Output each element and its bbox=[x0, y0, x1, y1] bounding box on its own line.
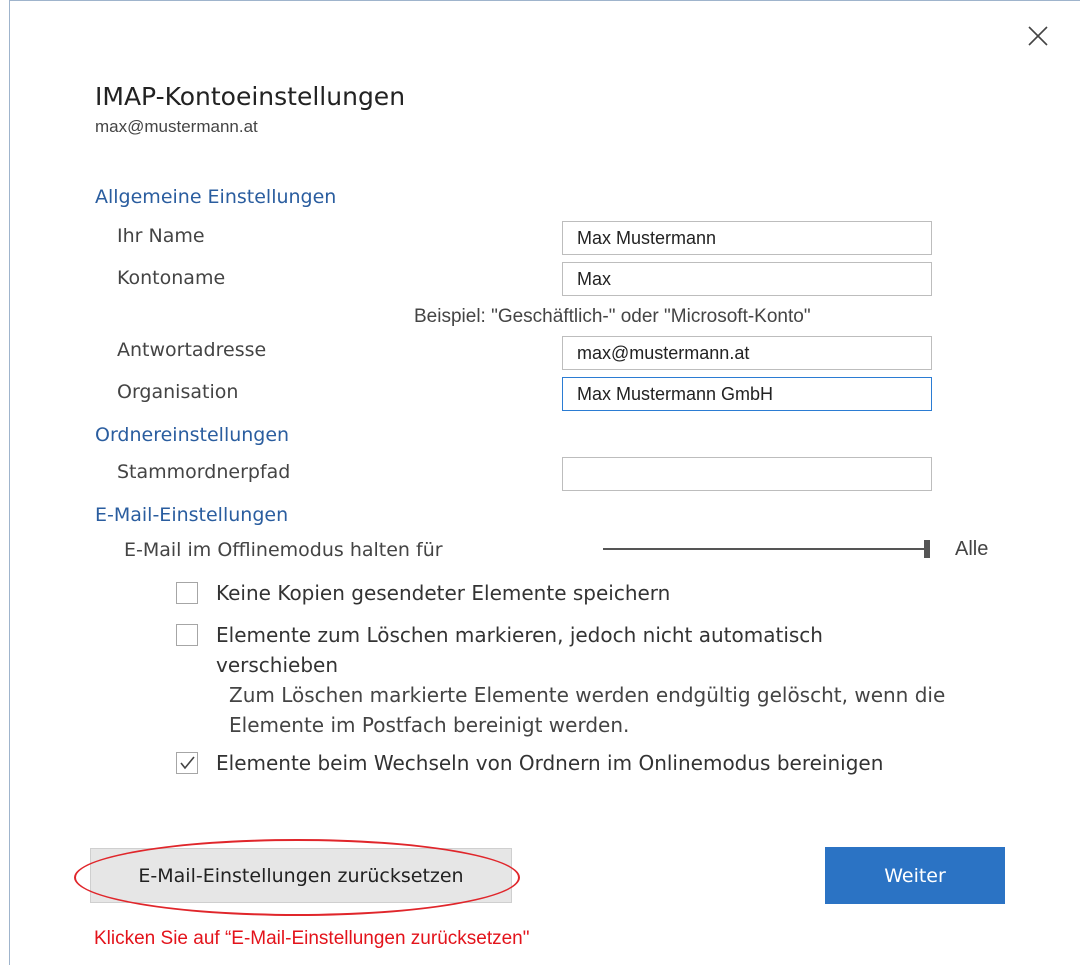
reply-address-field[interactable] bbox=[562, 336, 932, 370]
name-label: Ihr Name bbox=[117, 225, 205, 247]
name-field[interactable] bbox=[562, 221, 932, 255]
mail-settings-heading: E-Mail-Einstellungen bbox=[95, 504, 289, 526]
no-sent-copies-checkbox[interactable] bbox=[176, 582, 198, 604]
mark-for-deletion-checkbox[interactable] bbox=[176, 624, 198, 646]
next-button-label: Weiter bbox=[884, 864, 946, 887]
account-name-label: Kontoname bbox=[117, 267, 226, 289]
next-button[interactable]: Weiter bbox=[825, 847, 1005, 904]
reset-mail-settings-button[interactable]: E-Mail-Einstellungen zurücksetzen bbox=[90, 848, 512, 903]
close-icon[interactable] bbox=[1024, 22, 1052, 50]
root-folder-field[interactable] bbox=[562, 457, 932, 491]
reply-address-label: Antwortadresse bbox=[117, 339, 267, 361]
account-name-hint: Beispiel: "Geschäftlich-" oder "Microsof… bbox=[414, 306, 811, 327]
general-settings-heading: Allgemeine Einstellungen bbox=[95, 186, 337, 208]
offline-mode-label: E-Mail im Offlinemodus halten für bbox=[124, 539, 443, 561]
organization-field[interactable] bbox=[562, 377, 932, 411]
reset-mail-settings-label: E-Mail-Einstellungen zurücksetzen bbox=[138, 864, 464, 887]
checkmark-icon bbox=[180, 756, 195, 770]
offline-slider-value: Alle bbox=[955, 538, 989, 560]
organization-label: Organisation bbox=[117, 381, 239, 403]
no-sent-copies-label: Keine Kopien gesendeter Elemente speiche… bbox=[216, 581, 671, 605]
instruction-annotation: Klicken Sie auf “E-Mail-Einstellungen zu… bbox=[94, 928, 530, 949]
deletion-note: Zum Löschen markierte Elemente werden en… bbox=[229, 683, 946, 737]
offline-slider-thumb[interactable] bbox=[924, 540, 930, 558]
folder-settings-heading: Ordnereinstellungen bbox=[95, 424, 290, 446]
mark-for-deletion-label: Elemente zum Löschen markieren, jedoch n… bbox=[216, 623, 823, 677]
purge-items-checkbox[interactable] bbox=[176, 752, 198, 774]
dialog-title: IMAP-Kontoeinstellungen bbox=[95, 82, 406, 111]
account-email: max@mustermann.at bbox=[95, 117, 258, 136]
account-name-field[interactable] bbox=[562, 262, 932, 296]
purge-items-label: Elemente beim Wechseln von Ordnern im On… bbox=[216, 751, 884, 775]
offline-slider-track[interactable] bbox=[603, 548, 927, 550]
root-folder-label: Stammordnerpfad bbox=[117, 461, 291, 483]
